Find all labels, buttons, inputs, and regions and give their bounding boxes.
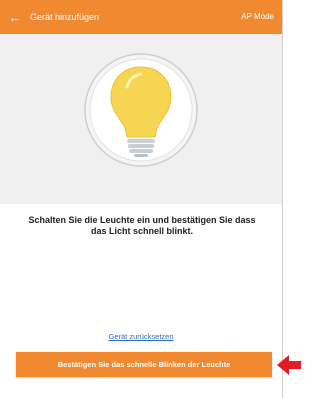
device-screen: ← Gerät hinzufügen AP Mode Schalten Sie … <box>0 0 283 398</box>
back-arrow-icon[interactable]: ← <box>0 10 30 25</box>
app-bar: ← Gerät hinzufügen AP Mode <box>0 0 282 34</box>
lightbulb-icon <box>84 53 198 167</box>
page-title: Gerät hinzufügen <box>30 12 100 22</box>
ap-mode-button[interactable]: AP Mode <box>241 12 274 21</box>
reset-device-link[interactable]: Gerät zurücksetzen <box>0 332 282 341</box>
illustration-area <box>0 34 282 204</box>
red-arrow-annotation <box>277 355 301 375</box>
confirm-blinking-button[interactable]: Bestätigen Sie das schnelle Blinken der … <box>16 352 272 377</box>
instruction-text: Schalten Sie die Leuchte ein und bestäti… <box>28 215 256 236</box>
